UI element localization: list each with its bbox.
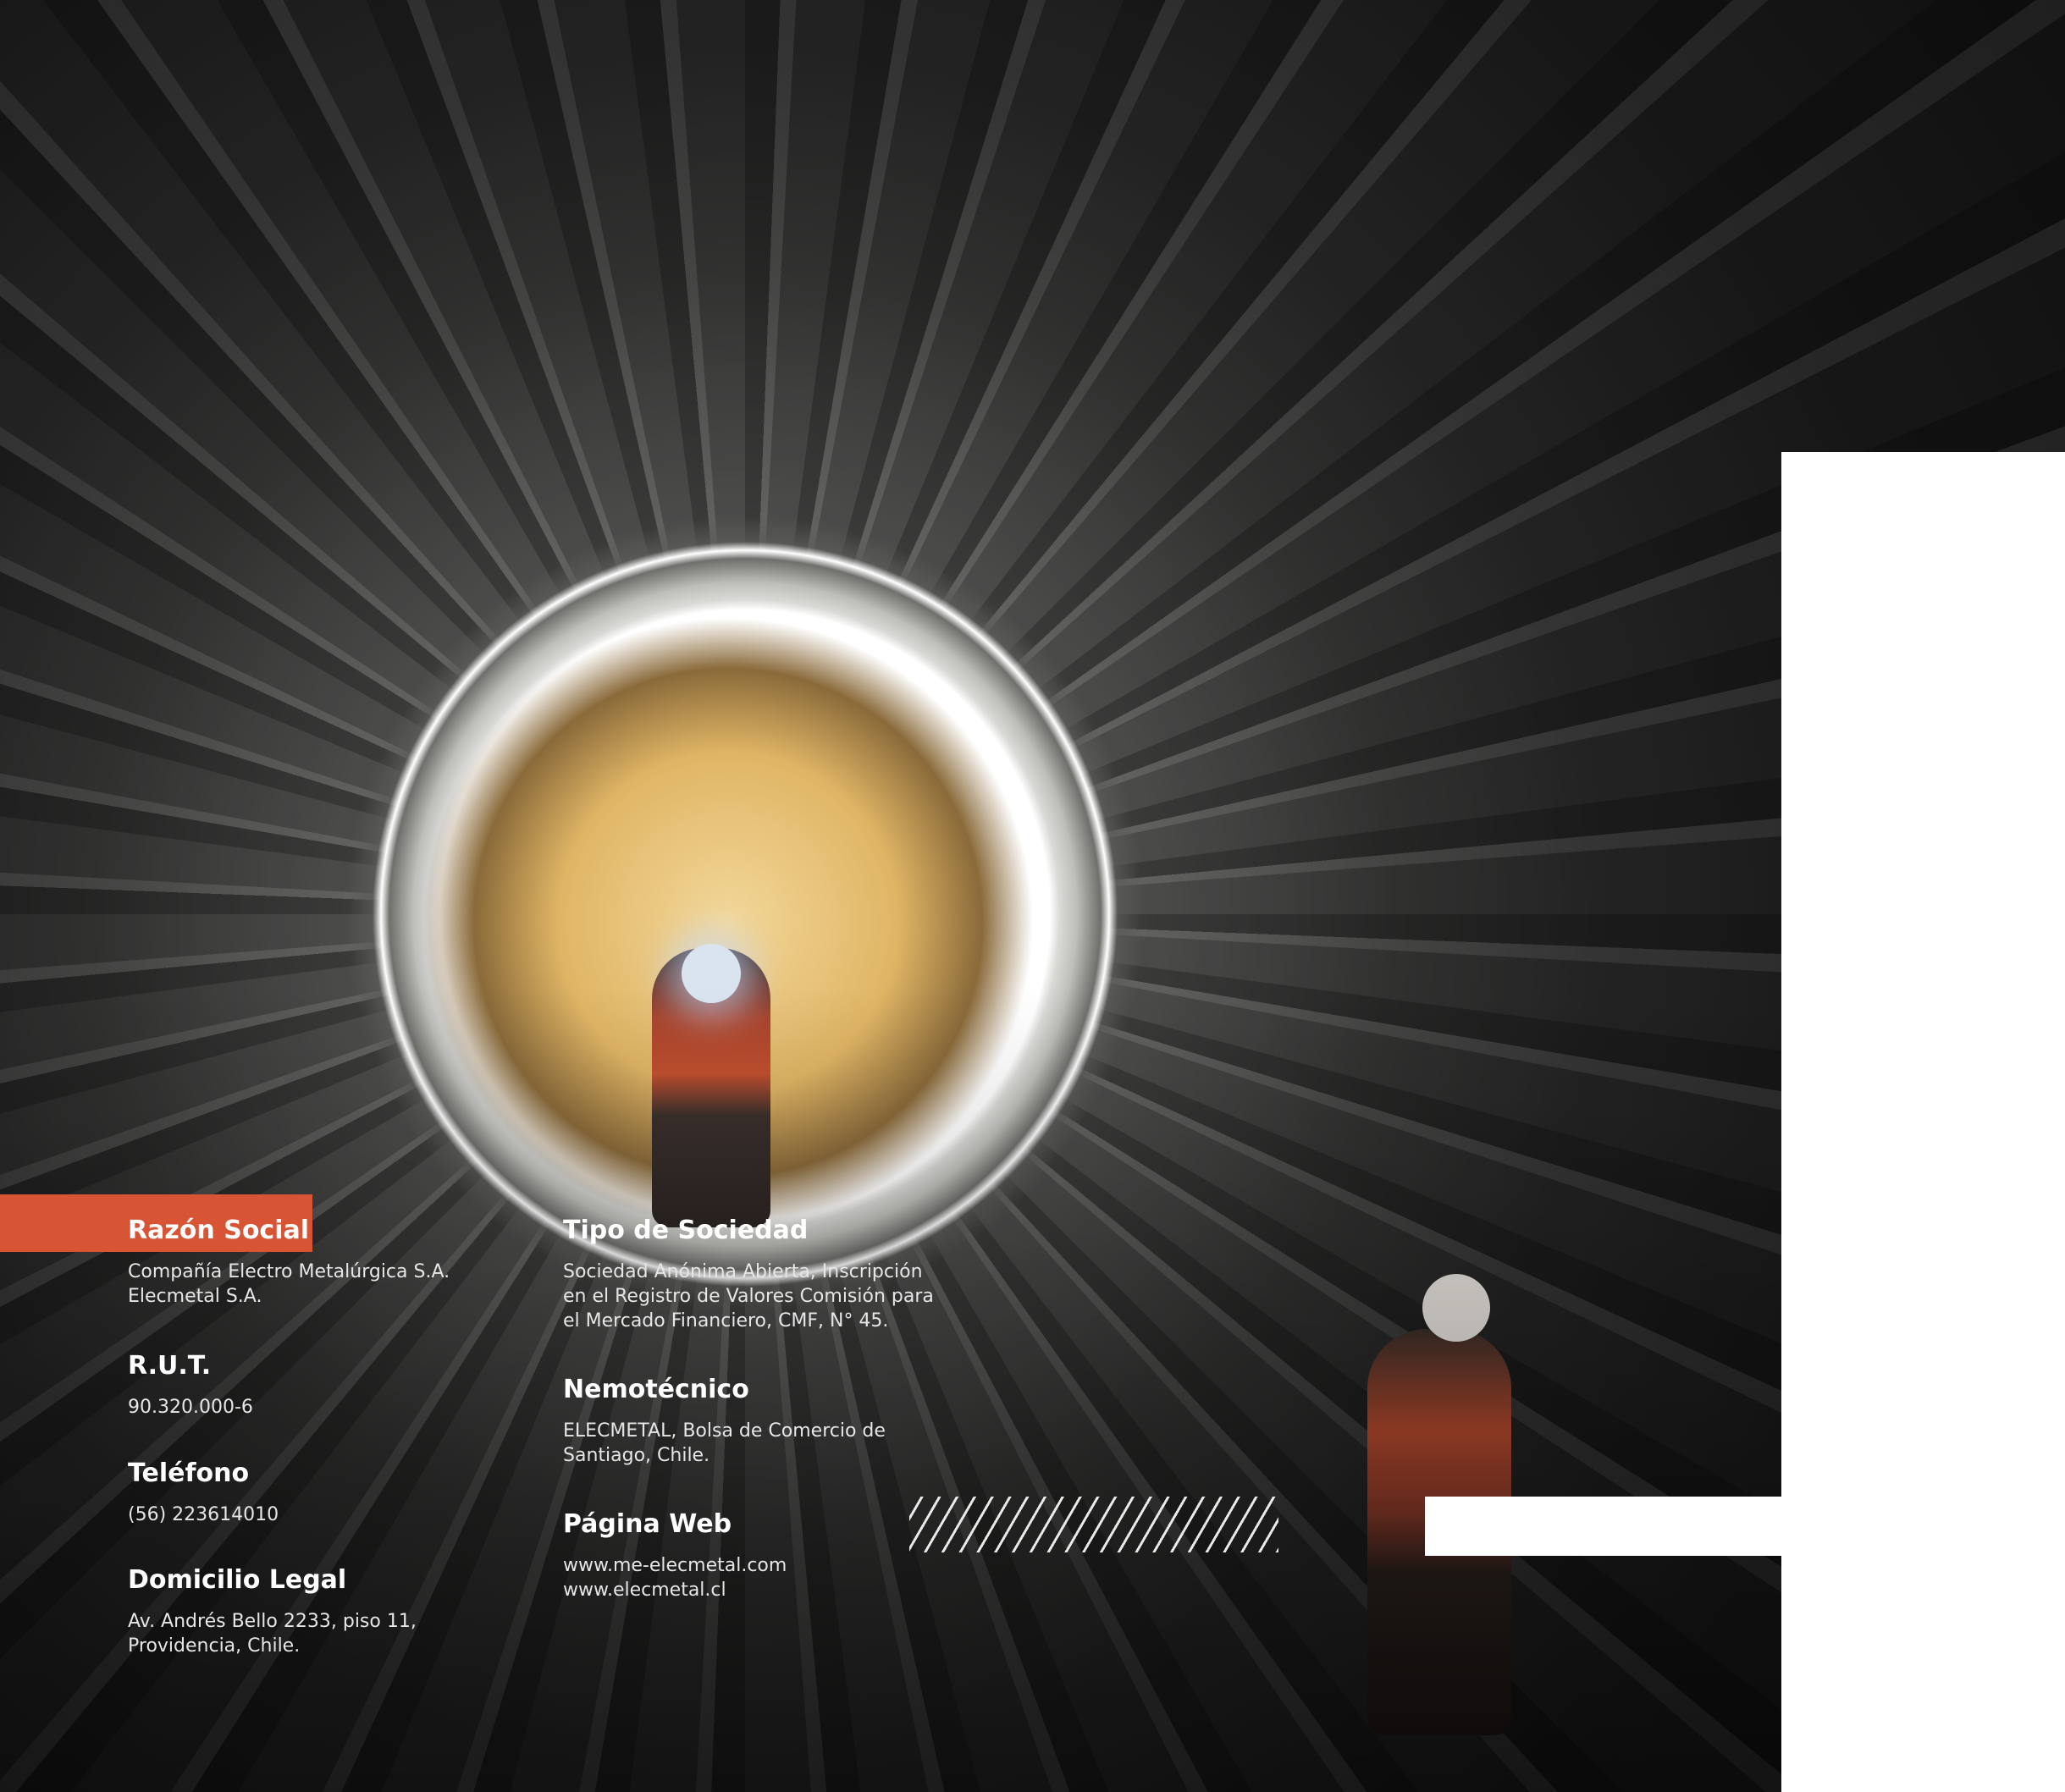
rut-block: R.U.T. 90.320.000-6 [128,1351,568,1420]
white-decorative-bar [1425,1497,1781,1556]
tipo-sociedad-value: Sociedad Anónima Abierta, Inscripción en… [563,1261,934,1332]
domicilio-value: Av. Andrés Bello 2233, piso 11, Providen… [128,1611,417,1657]
rut-value: 90.320.000-6 [128,1397,253,1418]
white-side-panel [1781,452,2065,1792]
pagina-web-block: Página Web www.me-elecmetal.com www.elec… [563,1509,902,1602]
tipo-sociedad-label: Tipo de Sociedad [563,1216,809,1245]
telefono-value: (56) 223614010 [128,1504,279,1525]
razon-social-label: Razón Social [128,1216,310,1245]
domicilio-block: Domicilio Legal Av. Andrés Bello 2233, p… [128,1565,568,1658]
hatch-pattern-decoration [909,1497,1278,1552]
telefono-block: Teléfono (56) 223614010 [128,1458,568,1527]
razon-social-value: Compañía Electro Metalúrgica S.A. Elecme… [128,1261,450,1307]
tipo-sociedad-block: Tipo de Sociedad Sociedad Anónima Abiert… [563,1216,1037,1333]
telefono-label: Teléfono [128,1458,250,1488]
nemotecnico-value: ELECMETAL, Bolsa de Comercio de Santiago… [563,1420,886,1466]
nemotecnico-label: Nemotécnico [563,1375,749,1404]
rut-label: R.U.T. [128,1351,212,1381]
domicilio-label: Domicilio Legal [128,1565,347,1595]
nemotecnico-block: Nemotécnico ELECMETAL, Bolsa de Comercio… [563,1375,1037,1468]
pagina-web-label: Página Web [563,1509,732,1539]
pagina-web-value[interactable]: www.me-elecmetal.com www.elecmetal.cl [563,1553,902,1602]
razon-social-block: Razón Social Compañía Electro Metalúrgic… [128,1216,568,1309]
